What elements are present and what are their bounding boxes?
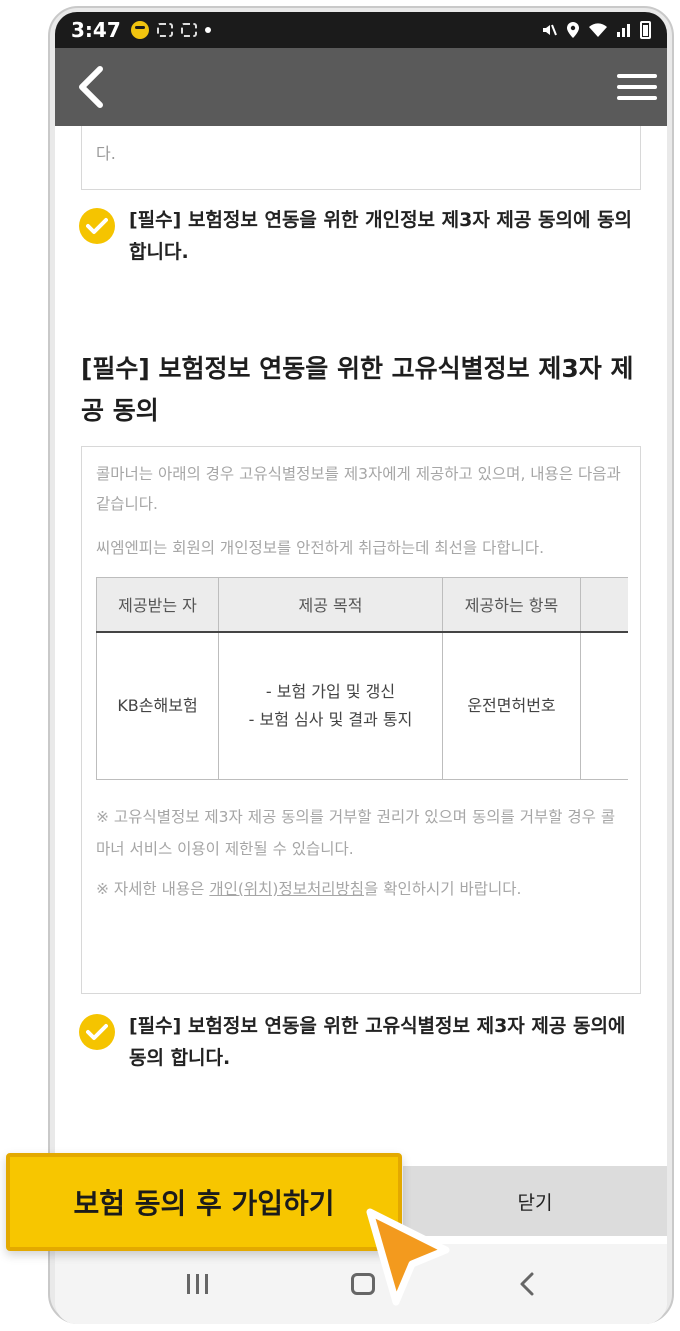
phone-screen: 3:47 다. [필수] 보험정보 연동을 위한 개인정보 제3자 제공 동의에… — [55, 12, 667, 1324]
menu-line — [617, 74, 657, 78]
provision-table-scroll[interactable]: 제공받는 자 제공 목적 제공하는 항목 KB손해보험 - 보험 가입 및 갱신… — [96, 577, 628, 783]
header-purpose: 제공 목적 — [218, 577, 443, 633]
status-icons-right — [540, 21, 651, 39]
recent-line — [195, 1274, 199, 1294]
content-area[interactable]: 다. [필수] 보험정보 연동을 위한 개인정보 제3자 제공 동의에 동의 합… — [55, 126, 667, 1166]
back-button[interactable] — [69, 57, 113, 117]
policy-note-suffix: 을 확인하시기 바랍니다. — [364, 880, 522, 898]
tap-pointer-icon — [366, 1208, 450, 1306]
previous-terms-box: 다. — [81, 126, 641, 190]
agree-personal-info-checkbox[interactable] — [79, 208, 115, 244]
cell-purpose: - 보험 가입 및 갱신 - 보험 심사 및 결과 통지 — [218, 631, 443, 780]
battery-icon — [640, 21, 651, 39]
agree-personal-info-label: [필수] 보험정보 연동을 위한 개인정보 제3자 제공 동의에 동의 합니다. — [129, 209, 633, 263]
chevron-left-icon — [79, 66, 103, 108]
header-recipient: 제공받는 자 — [96, 577, 219, 633]
header-items: 제공하는 항목 — [442, 577, 581, 633]
recent-apps-icon[interactable] — [186, 1274, 208, 1294]
cell-column-4: 서비 — [580, 631, 628, 780]
recent-line — [186, 1274, 190, 1294]
refusal-note: ※ 고유식별정보 제3자 제공 동의를 거부할 권리가 있으며 동의를 거부할 … — [96, 808, 616, 858]
recent-line — [204, 1274, 208, 1294]
purpose-line-1: - 보험 가입 및 갱신 — [265, 681, 396, 701]
more-notifications-icon — [204, 27, 211, 33]
previous-terms-tail: 다. — [96, 144, 116, 163]
purpose-line-2: - 보험 심사 및 결과 통지 — [248, 709, 413, 729]
agree-unique-id-label: [필수] 보험정보 연동을 위한 고유식별정보 제3자 제공 동의에 동의 합니… — [129, 1015, 626, 1069]
unique-id-terms-box[interactable]: 콜마너는 아래의 경우 고유식별정보를 제3자에게 제공하고 있으며, 내용은 … — [81, 446, 641, 994]
status-time: 3:47 — [71, 18, 121, 42]
agree-personal-info-row[interactable]: [필수] 보험정보 연동을 위한 개인정보 제3자 제공 동의에 동의 합니다. — [79, 204, 639, 268]
table-header-row: 제공받는 자 제공 목적 제공하는 항목 — [96, 577, 628, 633]
terms-paragraph-2: 씨엠엔피는 회원의 개인정보를 안전하게 취급하는데 최선을 다합니다. — [96, 539, 545, 557]
signal-icon — [617, 24, 630, 37]
section-title: [필수] 보험정보 연동을 위한 고유식별정보 제3자 제공 동의 — [81, 354, 634, 425]
agree-unique-id-row[interactable]: [필수] 보험정보 연동을 위한 고유식별정보 제3자 제공 동의에 동의 합니… — [79, 1010, 639, 1074]
menu-line — [617, 85, 657, 89]
check-icon — [86, 1024, 108, 1040]
location-icon — [567, 22, 579, 38]
privacy-policy-link[interactable]: 개인(위치)정보처리방침 — [209, 880, 364, 898]
mute-icon — [543, 24, 557, 36]
policy-note-prefix: ※ 자세한 내용은 — [96, 880, 210, 898]
header-column-4 — [580, 577, 628, 633]
screenshot-icon — [156, 23, 173, 37]
menu-line — [617, 96, 657, 100]
status-bar: 3:47 — [55, 12, 667, 48]
wifi-icon — [589, 23, 607, 37]
check-icon — [86, 218, 108, 234]
cell-items: 운전면허번호 — [442, 631, 581, 780]
hamburger-menu-icon[interactable] — [617, 57, 657, 117]
join-after-agree-button[interactable]: 보험 동의 후 가입하기 — [6, 1153, 402, 1251]
policy-note: ※ 자세한 내용은 개인(위치)정보처리방침을 확인하시기 바랍니다. — [96, 873, 626, 905]
nav-back-icon[interactable] — [518, 1271, 536, 1297]
provision-table: 제공받는 자 제공 목적 제공하는 항목 KB손해보험 - 보험 가입 및 갱신… — [96, 577, 628, 780]
screen-record-icon — [180, 23, 197, 37]
terms-paragraph-1: 콜마너는 아래의 경우 고유식별정보를 제3자에게 제공하고 있으며, 내용은 … — [96, 465, 621, 513]
status-icons-left — [130, 21, 211, 39]
app-header — [55, 48, 667, 126]
cell-recipient: KB손해보험 — [96, 631, 219, 780]
table-row: KB손해보험 - 보험 가입 및 갱신 - 보험 심사 및 결과 통지 운전면허… — [96, 631, 628, 780]
agree-unique-id-checkbox[interactable] — [79, 1014, 115, 1050]
app-notification-icon — [130, 21, 149, 39]
